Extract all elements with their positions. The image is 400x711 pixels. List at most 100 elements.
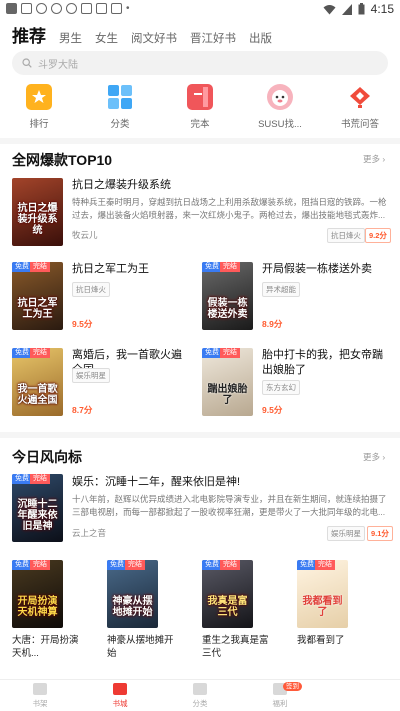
tab-recommend[interactable]: 推荐 bbox=[12, 22, 46, 47]
shortcut-book-qa[interactable]: 书荒问答 bbox=[328, 84, 392, 130]
finished-badge: 完结 bbox=[30, 348, 50, 358]
section-title-top10: 全网爆款TOP10 bbox=[12, 152, 113, 168]
book-score: 9.5分 bbox=[262, 405, 283, 415]
book-title[interactable]: 大唐：开局扮演天机... bbox=[12, 634, 87, 660]
nav-label: 分类 bbox=[192, 699, 208, 708]
chevron-right-icon: › bbox=[382, 452, 386, 462]
finished-badge: 完结 bbox=[125, 560, 145, 570]
tab-yuewen[interactable]: 阅文好书 bbox=[131, 30, 177, 46]
shortcut-ranking[interactable]: 排行 bbox=[7, 84, 71, 130]
more-label: 更多 bbox=[363, 452, 381, 462]
book-tag: 抗日烽火 bbox=[72, 282, 110, 297]
book-title[interactable]: 抗日之军工为王 bbox=[72, 262, 187, 277]
finished-badge: 完结 bbox=[30, 560, 50, 570]
book-title[interactable]: 神豪从摆地摊开始 bbox=[107, 634, 182, 660]
book-score: 9.5分 bbox=[72, 319, 93, 329]
book-title[interactable]: 抗日之爆装升级系统 bbox=[72, 178, 171, 193]
search-placeholder: 斗罗大陆 bbox=[38, 59, 78, 71]
app-notification-icon bbox=[6, 3, 17, 14]
book-cover[interactable]: 抗日之爆装升级系统 bbox=[12, 178, 63, 246]
shortcut-label: SUSU找... bbox=[258, 119, 302, 130]
book-tag: 东方玄幻 bbox=[262, 380, 300, 395]
nav-bookshelf[interactable]: 书架 bbox=[10, 683, 70, 709]
cover-title: 假装一栋楼送外卖 bbox=[207, 298, 248, 320]
cover-title: 沉睡十二年醒来依旧是神 bbox=[17, 499, 58, 532]
e-notification-icon bbox=[36, 3, 47, 14]
more-link-top10[interactable]: 更多 › bbox=[363, 153, 385, 165]
wifi-icon bbox=[323, 4, 336, 14]
cover-title: 抗日之军工为王 bbox=[17, 298, 58, 320]
book-author: 云上之音 bbox=[72, 528, 107, 538]
cover-title: 我都看到了 bbox=[302, 596, 343, 618]
book-cover[interactable]: 免费 完结 我真是富三代 bbox=[202, 560, 253, 628]
finished-badge: 完结 bbox=[30, 262, 50, 272]
book-description: 十八年前，赵辉以优异成绩进入北电影院导演专业，并且在新生期间，就连续拍摄了三部电… bbox=[72, 494, 387, 517]
search-bar[interactable]: 斗罗大陆 bbox=[12, 51, 388, 75]
shortcut-susu[interactable]: SUSU找... bbox=[248, 84, 312, 130]
tab-jinjiang[interactable]: 晋江好书 bbox=[190, 30, 236, 46]
bookstore-icon bbox=[113, 683, 127, 695]
tab-male[interactable]: 男生 bbox=[59, 30, 82, 46]
finished-book-icon bbox=[187, 84, 213, 110]
free-badge: 免费 bbox=[202, 560, 222, 570]
cover-title: 开局扮演天机神算 bbox=[17, 596, 58, 618]
free-badge: 免费 bbox=[107, 560, 127, 570]
book-cover[interactable]: 免费 完结 我都看到了 bbox=[297, 560, 348, 628]
tab-female[interactable]: 女生 bbox=[95, 30, 118, 46]
more-label: 更多 bbox=[363, 154, 381, 164]
e-notification-icon-2 bbox=[51, 3, 62, 14]
nav-label: 书城 bbox=[112, 699, 128, 708]
category-grid-icon bbox=[107, 84, 133, 110]
book-cover[interactable]: 免费 完结 开局扮演天机神算 bbox=[12, 560, 63, 628]
book-score: 9.2分 bbox=[365, 228, 391, 243]
section-title-trend: 今日风向标 bbox=[12, 449, 82, 465]
shortcut-category[interactable]: 分类 bbox=[88, 84, 152, 130]
battery-icon bbox=[358, 3, 365, 15]
translate-notification-icon bbox=[81, 3, 92, 14]
book-title[interactable]: 胎中打卡的我，把女帝踹出娘胎了 bbox=[262, 348, 390, 378]
e-notification-icon-3 bbox=[66, 3, 77, 14]
book-cover[interactable]: 免费 完结 我一首歌火遍全国 bbox=[12, 348, 63, 416]
free-badge: 免费 bbox=[12, 348, 32, 358]
free-badge: 免费 bbox=[12, 560, 32, 570]
finished-badge: 完结 bbox=[220, 262, 240, 272]
nav-label: 福利 bbox=[272, 699, 288, 708]
book-score: 8.7分 bbox=[72, 405, 93, 415]
book-description: 特种兵王秦时明月，穿越到抗日战场之上利用杀敌爆装系统，阻挡日寇的铁蹄。一枪过去，… bbox=[72, 197, 387, 220]
top-tabs: 推荐 男生 女生 阅文好书 晋江好书 出版 bbox=[12, 22, 272, 47]
nav-bookstore[interactable]: 书城 bbox=[90, 683, 150, 709]
finished-badge: 完结 bbox=[220, 348, 240, 358]
book-score: 8.9分 bbox=[262, 319, 283, 329]
book-title[interactable]: 我都看到了 bbox=[297, 634, 372, 647]
finished-badge: 完结 bbox=[315, 560, 335, 570]
shortcut-label: 排行 bbox=[29, 119, 49, 130]
book-cover[interactable]: 免费 完结 神豪从摆地摊开始 bbox=[107, 560, 158, 628]
shield-notification-icon bbox=[111, 3, 122, 14]
finished-badge: 完结 bbox=[30, 474, 50, 484]
free-badge: 免费 bbox=[12, 474, 32, 484]
section-divider bbox=[0, 138, 400, 144]
susu-avatar-icon bbox=[267, 84, 293, 110]
book-title[interactable]: 娱乐：沉睡十二年，醒来依旧是神! bbox=[72, 475, 240, 490]
shortcut-finished[interactable]: 完本 bbox=[168, 84, 232, 130]
photo-notification-icon bbox=[21, 3, 32, 14]
book-title[interactable]: 重生之我真是富三代 bbox=[202, 634, 277, 660]
more-link-trend[interactable]: 更多 › bbox=[363, 451, 385, 463]
book-title[interactable]: 开局假装一栋楼送外卖 bbox=[262, 262, 388, 277]
shortcut-label: 书荒问答 bbox=[340, 119, 379, 130]
cover-title: 我真是富三代 bbox=[207, 596, 248, 618]
cover-title: 神豪从摆地摊开始 bbox=[112, 596, 153, 618]
cover-title: 踹出娘胎了 bbox=[207, 384, 248, 406]
signal-icon bbox=[341, 3, 352, 15]
status-bar: • 4:15 bbox=[0, 0, 400, 18]
book-cover[interactable]: 免费 完结 沉睡十二年醒来依旧是神 bbox=[12, 474, 63, 542]
category-icon bbox=[193, 683, 207, 695]
book-cover[interactable]: 免费 完结 抗日之军工为王 bbox=[12, 262, 63, 330]
notification-icons: • bbox=[6, 3, 130, 14]
cover-title: 抗日之爆装升级系统 bbox=[17, 203, 58, 236]
book-cover[interactable]: 免费 完结 假装一栋楼送外卖 bbox=[202, 262, 253, 330]
book-cover[interactable]: 免费 完结 踹出娘胎了 bbox=[202, 348, 253, 416]
tab-publish[interactable]: 出版 bbox=[249, 30, 272, 46]
nav-category[interactable]: 分类 bbox=[170, 683, 230, 709]
shortcut-label: 完本 bbox=[190, 119, 210, 130]
